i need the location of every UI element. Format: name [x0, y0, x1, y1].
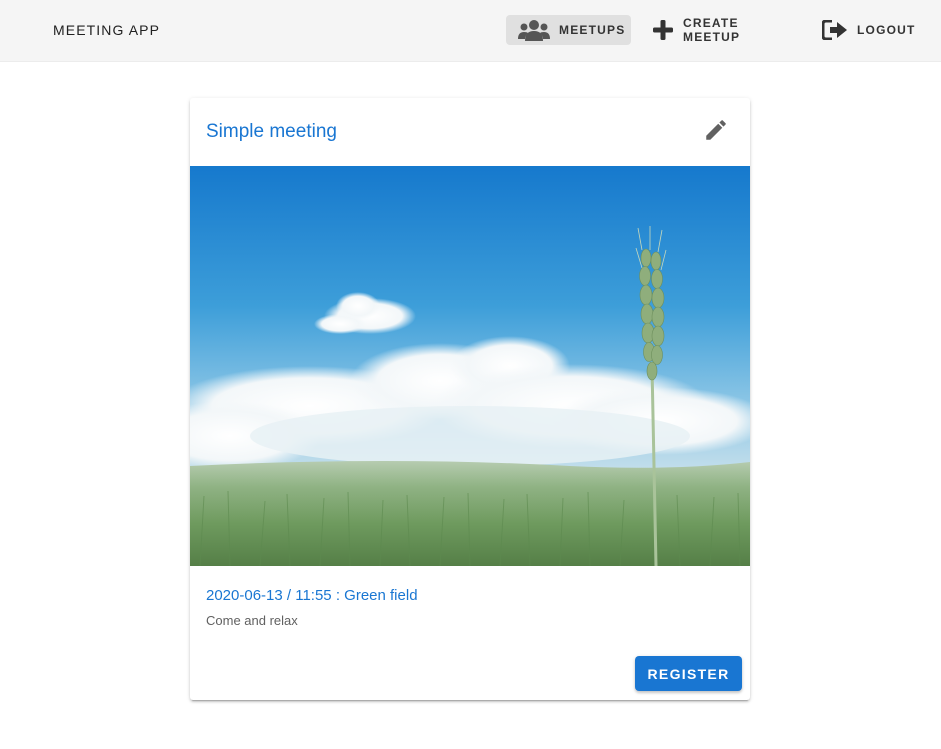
meetups-nav-label: MEETUPS	[559, 23, 626, 37]
create-meetup-nav-button[interactable]: CREATE MEETUP	[640, 15, 802, 45]
meetup-date-location: 2020-06-13 / 11:55 : Green field	[206, 587, 418, 604]
meetup-description: Come and relax	[206, 613, 298, 628]
users-icon	[518, 19, 550, 41]
meetup-title: Simple meeting	[206, 121, 337, 142]
pencil-icon	[703, 117, 729, 148]
plus-icon	[652, 19, 674, 41]
meetups-nav-button[interactable]: MEETUPS	[506, 15, 631, 45]
meetup-image	[190, 166, 750, 566]
app-toolbar: MEETING APP MEETUPS CREATE MEETUP LOGOUT	[0, 0, 941, 62]
meetup-card: Simple meeting 2020-06-13 / 11:55: Gree…	[190, 98, 750, 700]
register-button[interactable]: REGISTER	[635, 656, 742, 691]
logout-nav-button[interactable]: LOGOUT	[810, 15, 920, 45]
edit-meetup-button[interactable]	[696, 116, 736, 148]
app-title[interactable]: MEETING APP	[53, 22, 160, 38]
sign-out-icon	[822, 20, 848, 40]
create-meetup-nav-label: CREATE MEETUP	[683, 16, 741, 44]
logout-nav-label: LOGOUT	[857, 23, 916, 37]
